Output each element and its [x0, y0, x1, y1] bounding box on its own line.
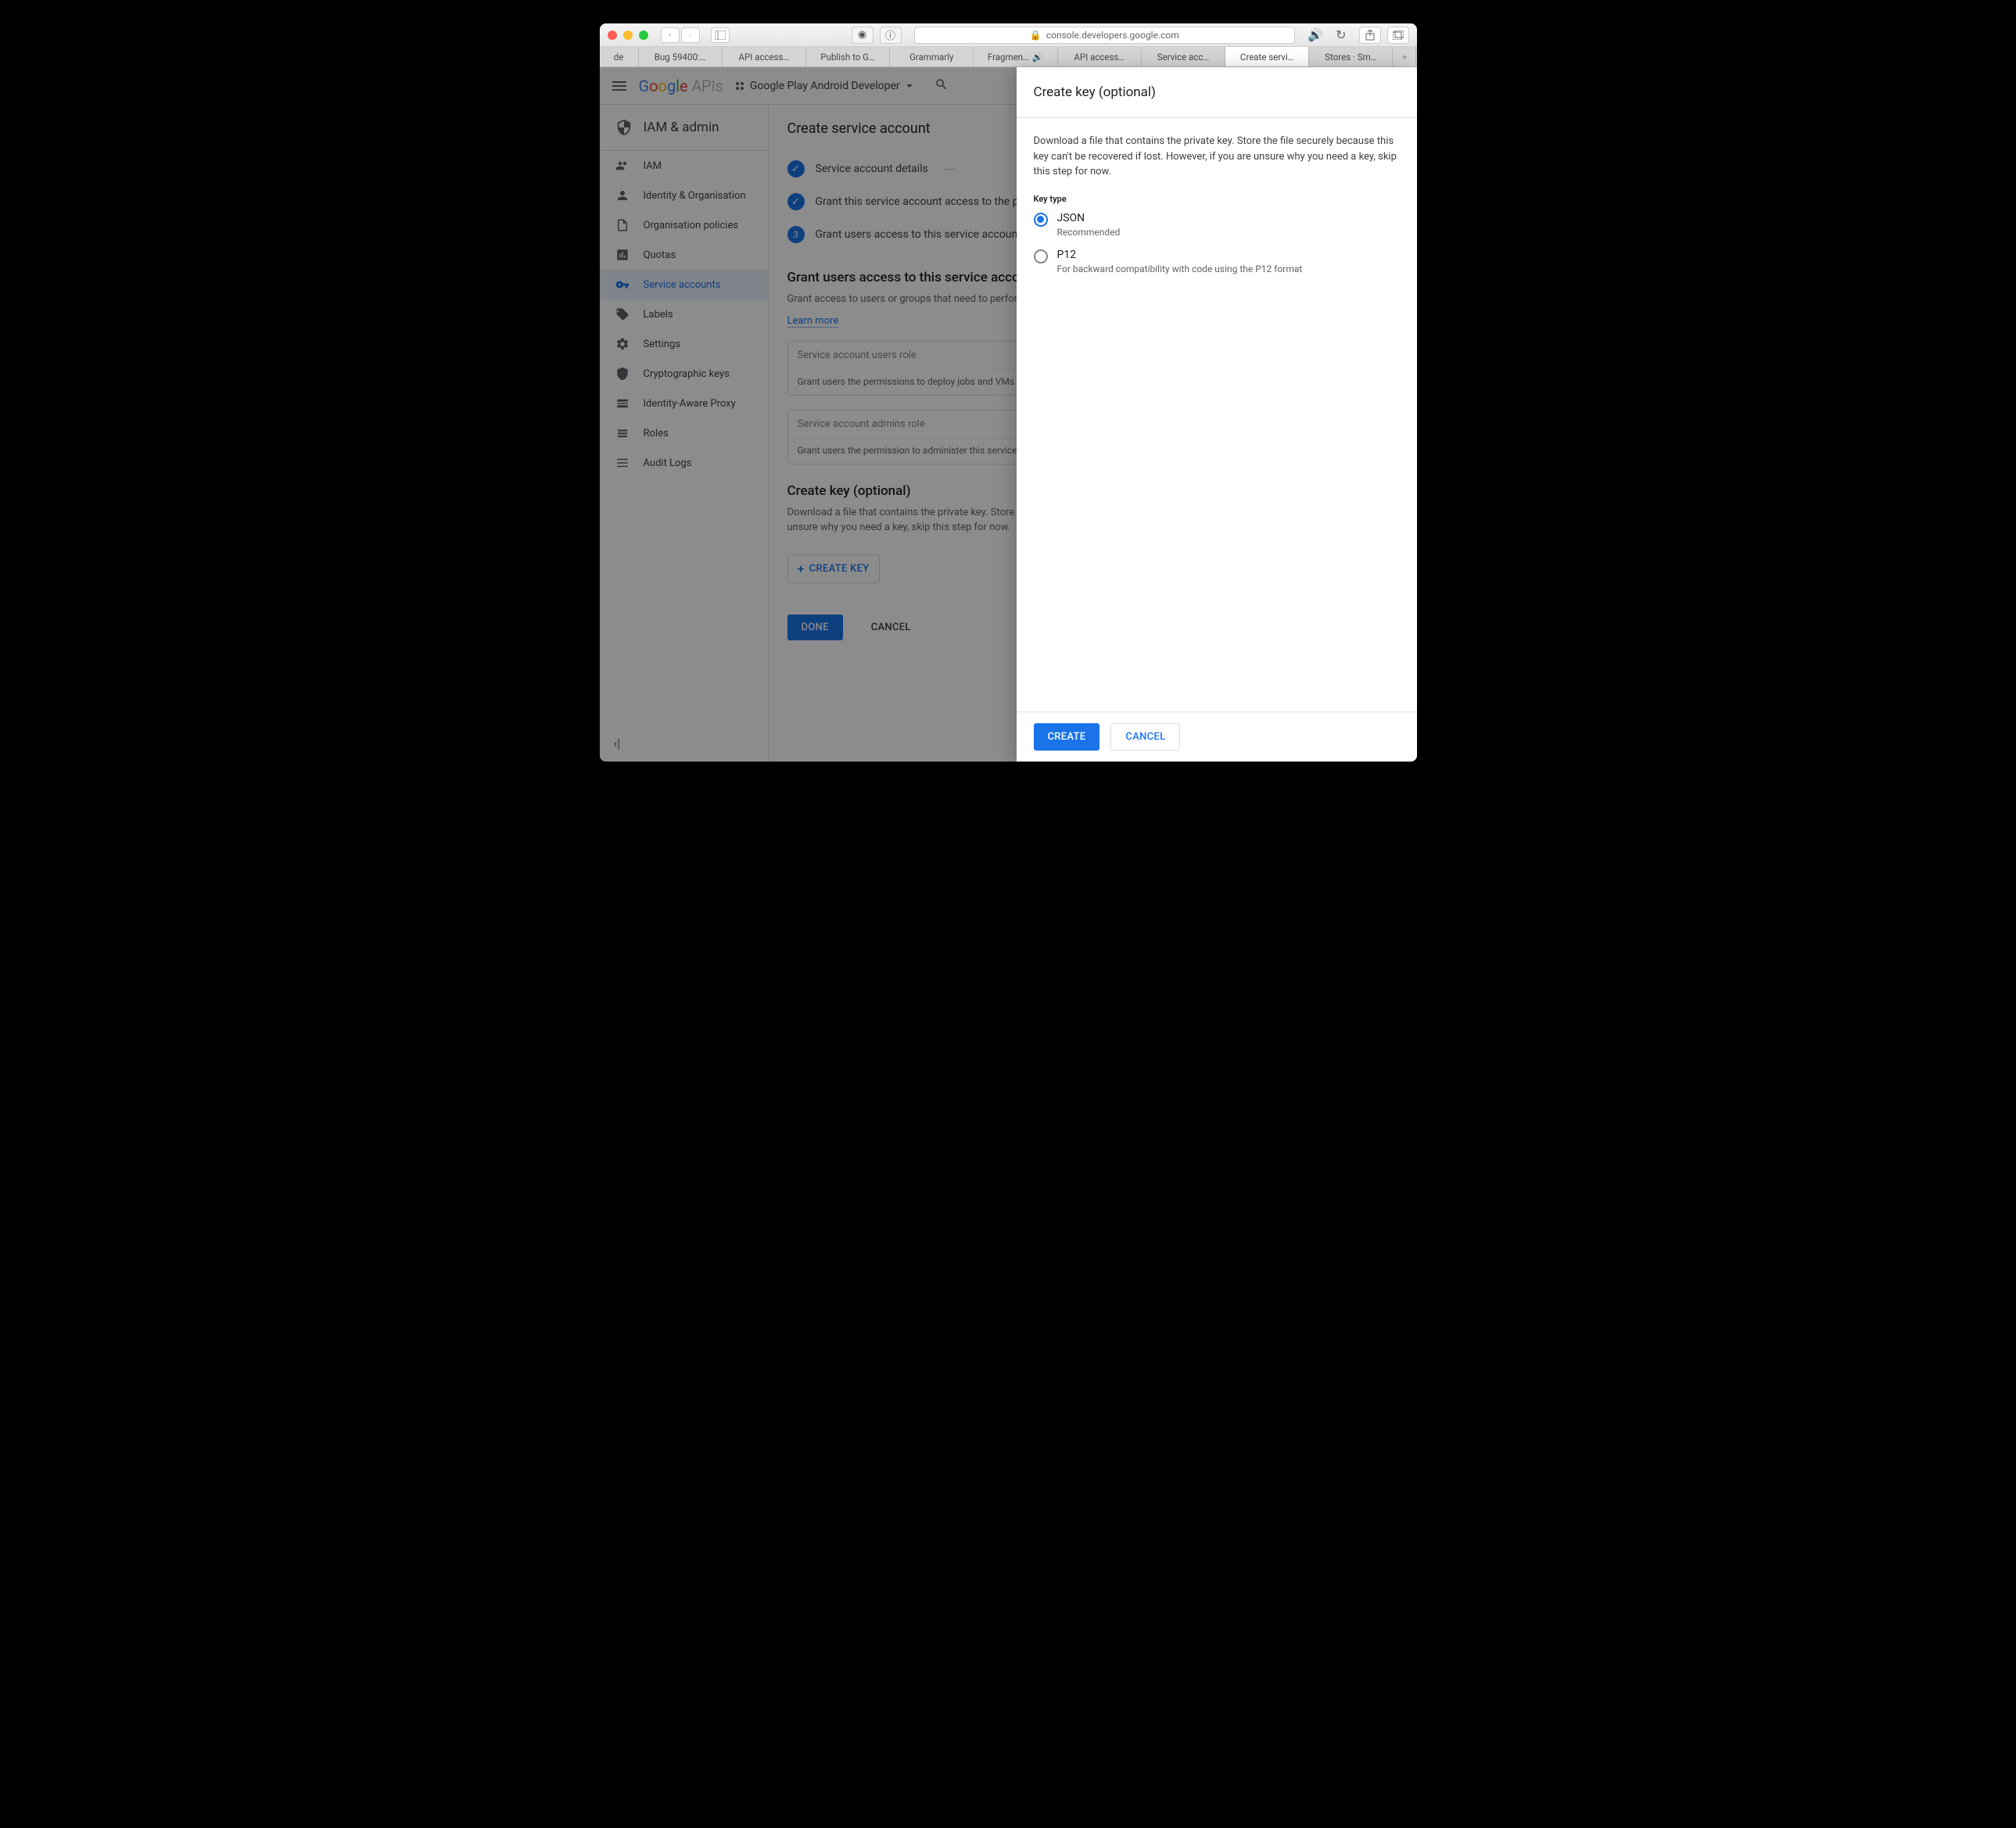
extension-icon[interactable]: ◉	[852, 27, 873, 44]
minimize-window-icon[interactable]	[623, 30, 633, 40]
tab-fragmen[interactable]: Fragmen…🔊	[974, 47, 1057, 66]
tabs-icon[interactable]	[1387, 27, 1409, 44]
url-text: console.developers.google.com	[1046, 30, 1179, 41]
keytype-label: Key type	[1034, 194, 1400, 204]
close-window-icon[interactable]	[608, 30, 617, 40]
audio-icon: 🔊	[1032, 52, 1043, 63]
radio-json[interactable]: JSON Recommended	[1034, 212, 1400, 238]
audio-icon[interactable]: 🔊	[1308, 27, 1323, 42]
panel-desc: Download a file that contains the privat…	[1034, 134, 1400, 180]
new-tab-button[interactable]: +	[1393, 47, 1416, 66]
cancel-button[interactable]: CANCEL	[1110, 723, 1180, 751]
panel-title: Create key (optional)	[1017, 67, 1417, 118]
back-button[interactable]: ‹	[661, 27, 680, 43]
radio-icon	[1034, 213, 1048, 227]
tab-api1[interactable]: API access…	[723, 47, 806, 66]
sidebar-toggle-icon[interactable]	[711, 27, 730, 43]
radio-sublabel: Recommended	[1057, 227, 1121, 238]
tab-api2[interactable]: API access…	[1058, 47, 1142, 66]
tab-publish[interactable]: Publish to G…	[806, 47, 890, 66]
reload-icon[interactable]: ↻	[1336, 27, 1346, 42]
radio-label: JSON	[1057, 212, 1121, 224]
radio-sublabel: For backward compatibility with code usi…	[1057, 263, 1303, 274]
maximize-window-icon[interactable]	[639, 30, 648, 40]
lock-icon: 🔒	[1030, 30, 1042, 41]
address-bar[interactable]: 🔒 console.developers.google.com	[914, 27, 1296, 44]
tab-grammarly[interactable]: Grammarly	[890, 47, 974, 66]
window-titlebar: ‹ › ◉ ⓘ 🔒 console.developers.google.com …	[600, 23, 1417, 47]
share-icon[interactable]	[1359, 27, 1381, 44]
create-button[interactable]: CREATE	[1034, 723, 1100, 751]
radio-p12[interactable]: P12 For backward compatibility with code…	[1034, 249, 1400, 274]
forward-button[interactable]: ›	[681, 27, 700, 43]
tab-stores[interactable]: Stores · Sm…	[1309, 47, 1393, 66]
create-key-panel: Create key (optional) Download a file th…	[1017, 67, 1417, 762]
tab-create-service[interactable]: Create servi…	[1225, 47, 1309, 66]
tab-bug[interactable]: Bug 59400:…	[639, 47, 723, 66]
tab-de[interactable]: de	[600, 47, 639, 66]
info-icon[interactable]: ⓘ	[880, 27, 902, 44]
tab-service[interactable]: Service acc…	[1142, 47, 1225, 66]
browser-tabs: de Bug 59400:… API access… Publish to G……	[600, 47, 1417, 67]
radio-icon	[1034, 249, 1048, 263]
radio-label: P12	[1057, 249, 1303, 261]
